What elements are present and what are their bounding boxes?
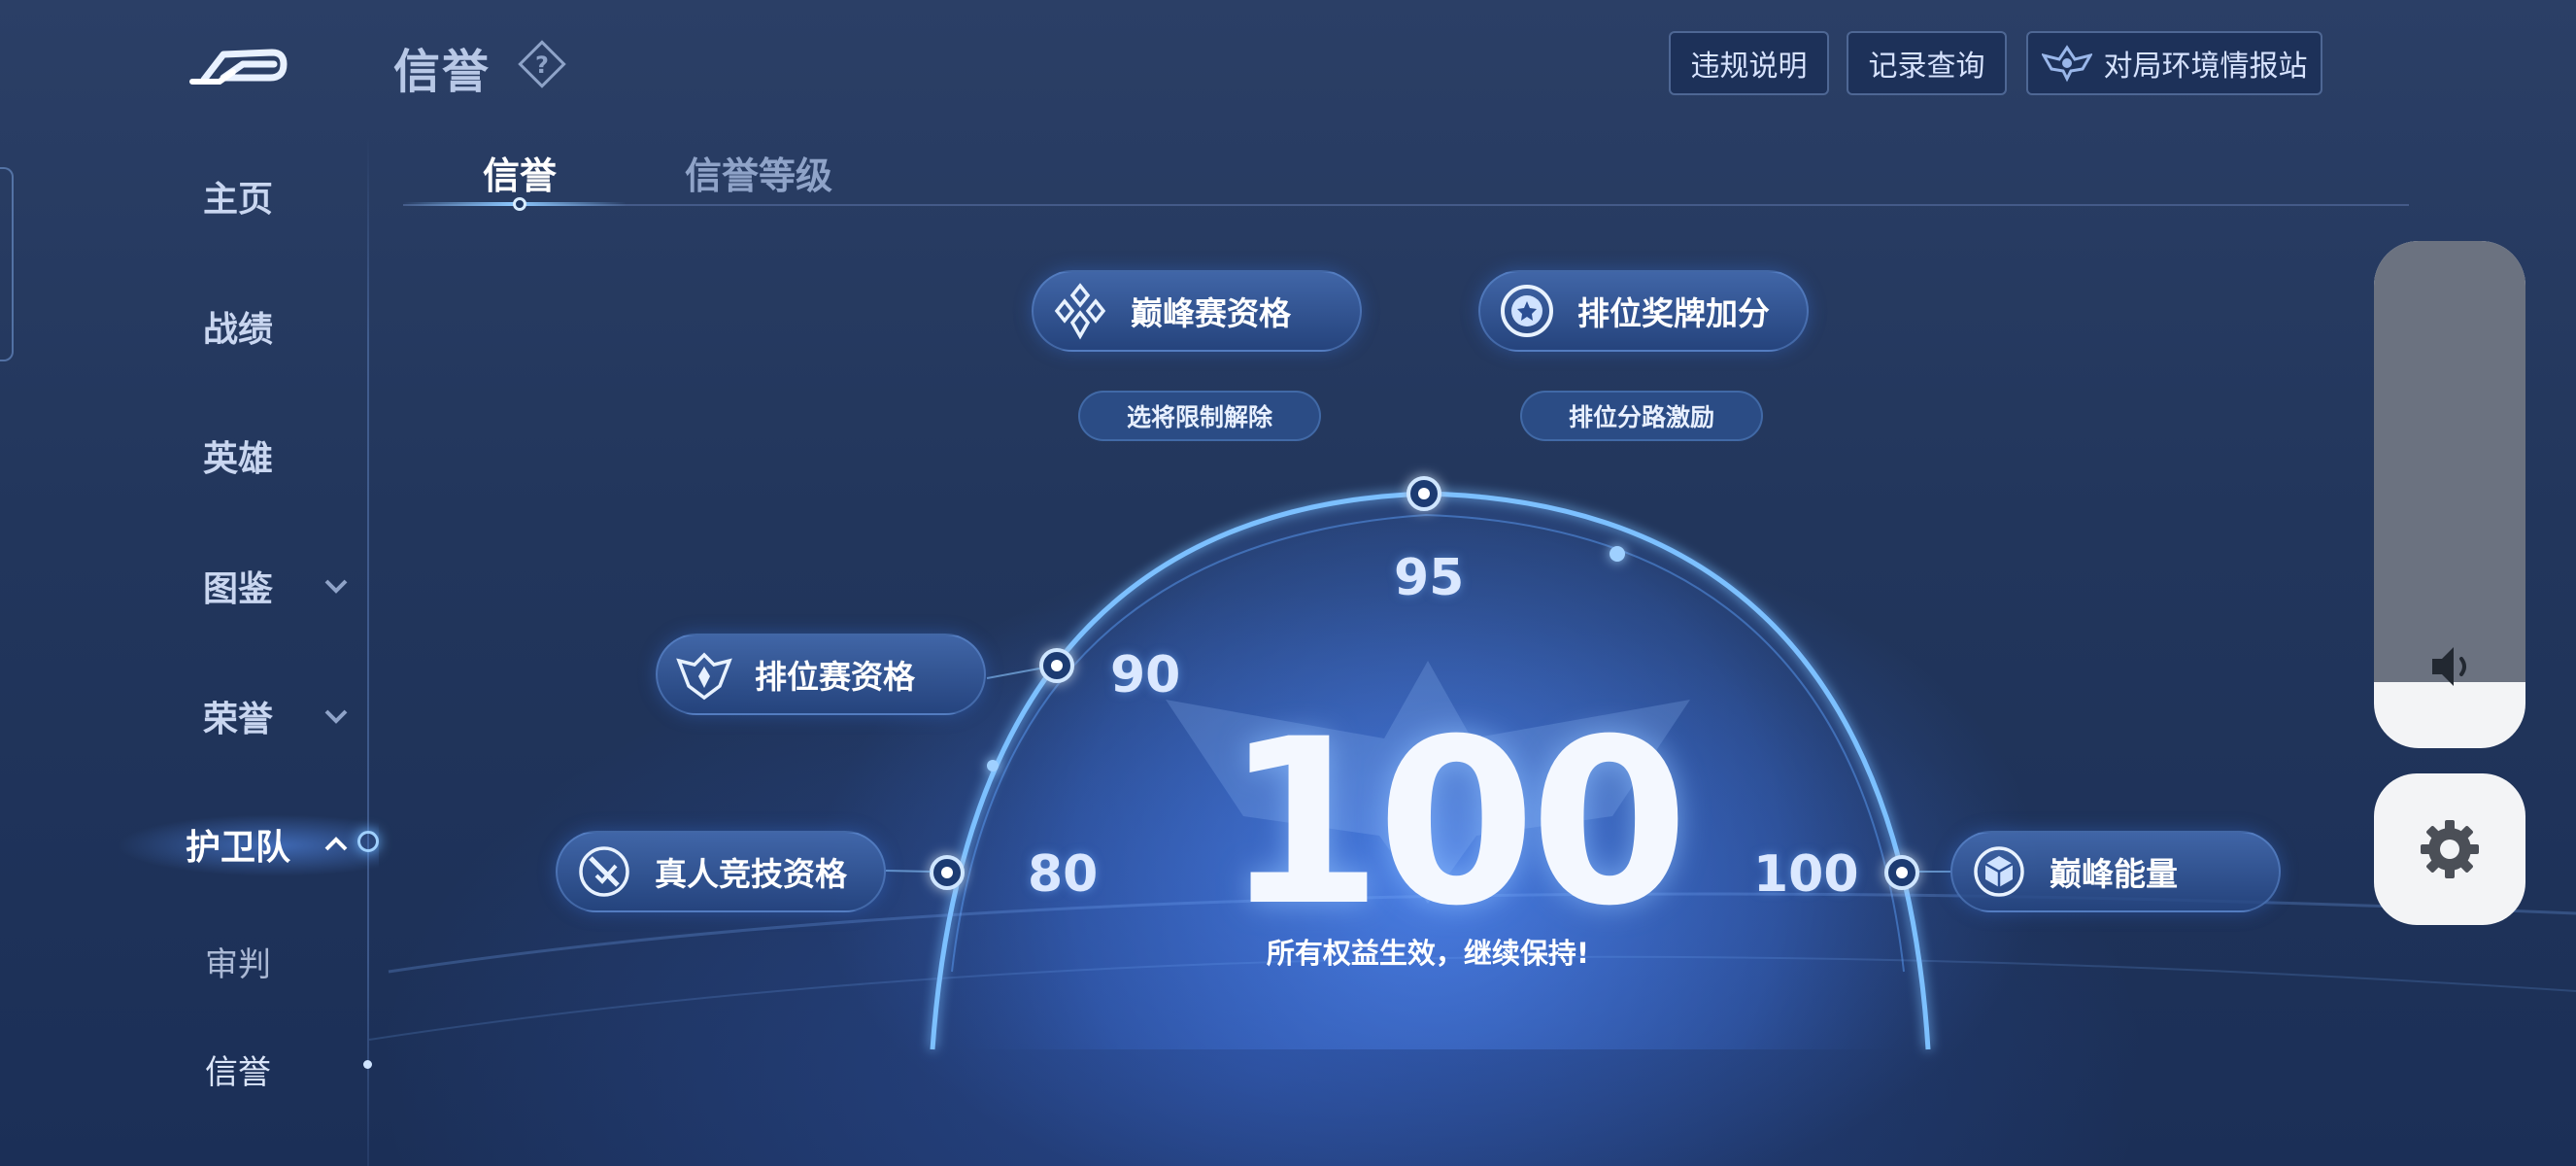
peak-energy-label: 巅峰能量 xyxy=(2050,855,2178,893)
credit-score-value: 100 xyxy=(1224,691,1689,956)
tier-label-90: 90 xyxy=(1110,646,1181,704)
app-root: 信誉 ? 违规说明 记录查询 对局环境情报站 主页 战绩 英雄 图鉴 荣誉 护卫… xyxy=(0,0,2576,1166)
real-player-eligibility-badge: 真人竞技资格 xyxy=(556,831,886,912)
peak-energy-badge: 巅峰能量 xyxy=(1950,831,2281,912)
real-player-label: 真人竞技资格 xyxy=(655,855,847,893)
peak-diamond-icon xyxy=(1054,283,1106,340)
chevron-down-icon xyxy=(324,709,348,724)
environment-station-button[interactable]: 对局环境情报站 xyxy=(2026,31,2322,95)
sidebar-item-label: 信誉 xyxy=(205,1053,271,1092)
gear-icon xyxy=(2421,820,2479,878)
arc-spark xyxy=(987,760,999,772)
volume-slider[interactable] xyxy=(2374,241,2525,748)
sidebar-item-label: 荣誉 xyxy=(202,700,273,739)
ranked-shield-icon xyxy=(676,652,732,701)
sidebar-active-marker xyxy=(357,831,379,852)
pick-restriction-lifted-tag: 选将限制解除 xyxy=(1078,391,1321,441)
svg-text:?: ? xyxy=(535,51,549,79)
sidebar-item-judgment[interactable]: 审判 xyxy=(165,938,359,985)
sidebar-item-guard-team[interactable]: 护卫队 xyxy=(165,819,359,870)
tab-divider xyxy=(403,204,2409,206)
sidebar-item-record[interactable]: 战绩 xyxy=(165,301,359,352)
station-button-label: 对局环境情报站 xyxy=(2103,50,2308,84)
sidebar-item-label: 英雄 xyxy=(202,439,273,479)
sidebar-item-home[interactable]: 主页 xyxy=(165,171,359,222)
tab-credit[interactable]: 信誉 xyxy=(483,146,557,199)
sidebar-sub-marker xyxy=(363,1060,372,1069)
sidebar-item-label: 战绩 xyxy=(202,310,273,350)
sidebar-item-label: 主页 xyxy=(202,180,273,220)
volume-slider-track xyxy=(2374,241,2525,682)
tab-credit-level[interactable]: 信誉等级 xyxy=(685,146,832,199)
medal-bonus-label: 排位奖牌加分 xyxy=(1577,294,1770,332)
energy-cube-icon xyxy=(1974,846,2024,897)
tier-label-100: 100 xyxy=(1753,845,1859,904)
sidebar-item-heroes[interactable]: 英雄 xyxy=(165,430,359,481)
ranked-eligibility-badge: 排位赛资格 xyxy=(656,634,986,715)
sidebar-item-label: 图鉴 xyxy=(202,569,273,609)
page-title: 信誉 xyxy=(393,45,491,99)
chevron-down-icon xyxy=(324,579,348,594)
peak-match-label: 巅峰赛资格 xyxy=(1131,294,1291,332)
speaker-icon xyxy=(2432,647,2466,686)
credit-status-message: 所有权益生效，继续保持! xyxy=(1266,937,1590,970)
record-query-button[interactable]: 记录查询 xyxy=(1847,31,2007,95)
violation-info-button[interactable]: 违规说明 xyxy=(1669,31,1829,95)
sidebar-item-credit[interactable]: 信誉 xyxy=(165,1046,359,1093)
ranked-label: 排位赛资格 xyxy=(755,658,915,696)
sidebar-divider xyxy=(367,136,369,1166)
back-icon[interactable] xyxy=(185,35,291,89)
arc-spark xyxy=(1610,546,1625,562)
chevron-up-icon xyxy=(324,837,348,851)
sidebar-item-honor[interactable]: 荣誉 xyxy=(165,691,359,741)
sidebar-item-label: 审判 xyxy=(205,945,271,984)
rank-medal-bonus-badge: 排位奖牌加分 xyxy=(1478,270,1809,352)
peak-match-eligibility-badge: 巅峰赛资格 xyxy=(1032,270,1362,352)
tier-label-95: 95 xyxy=(1394,549,1465,607)
credit-arc-graphic xyxy=(368,476,2576,1050)
tab-active-dot xyxy=(513,197,526,211)
medal-star-icon xyxy=(1501,285,1553,337)
left-edge-handle[interactable] xyxy=(0,167,14,361)
tier-label-80: 80 xyxy=(1028,845,1099,904)
sidebar-item-codex[interactable]: 图鉴 xyxy=(165,561,359,611)
sword-check-icon xyxy=(579,846,629,897)
ranked-lane-incentive-tag: 排位分路激励 xyxy=(1520,391,1763,441)
station-emblem-icon xyxy=(2041,45,2092,83)
settings-button[interactable] xyxy=(2374,773,2525,925)
help-icon[interactable]: ? xyxy=(517,39,567,89)
sidebar-item-label: 护卫队 xyxy=(185,828,290,868)
